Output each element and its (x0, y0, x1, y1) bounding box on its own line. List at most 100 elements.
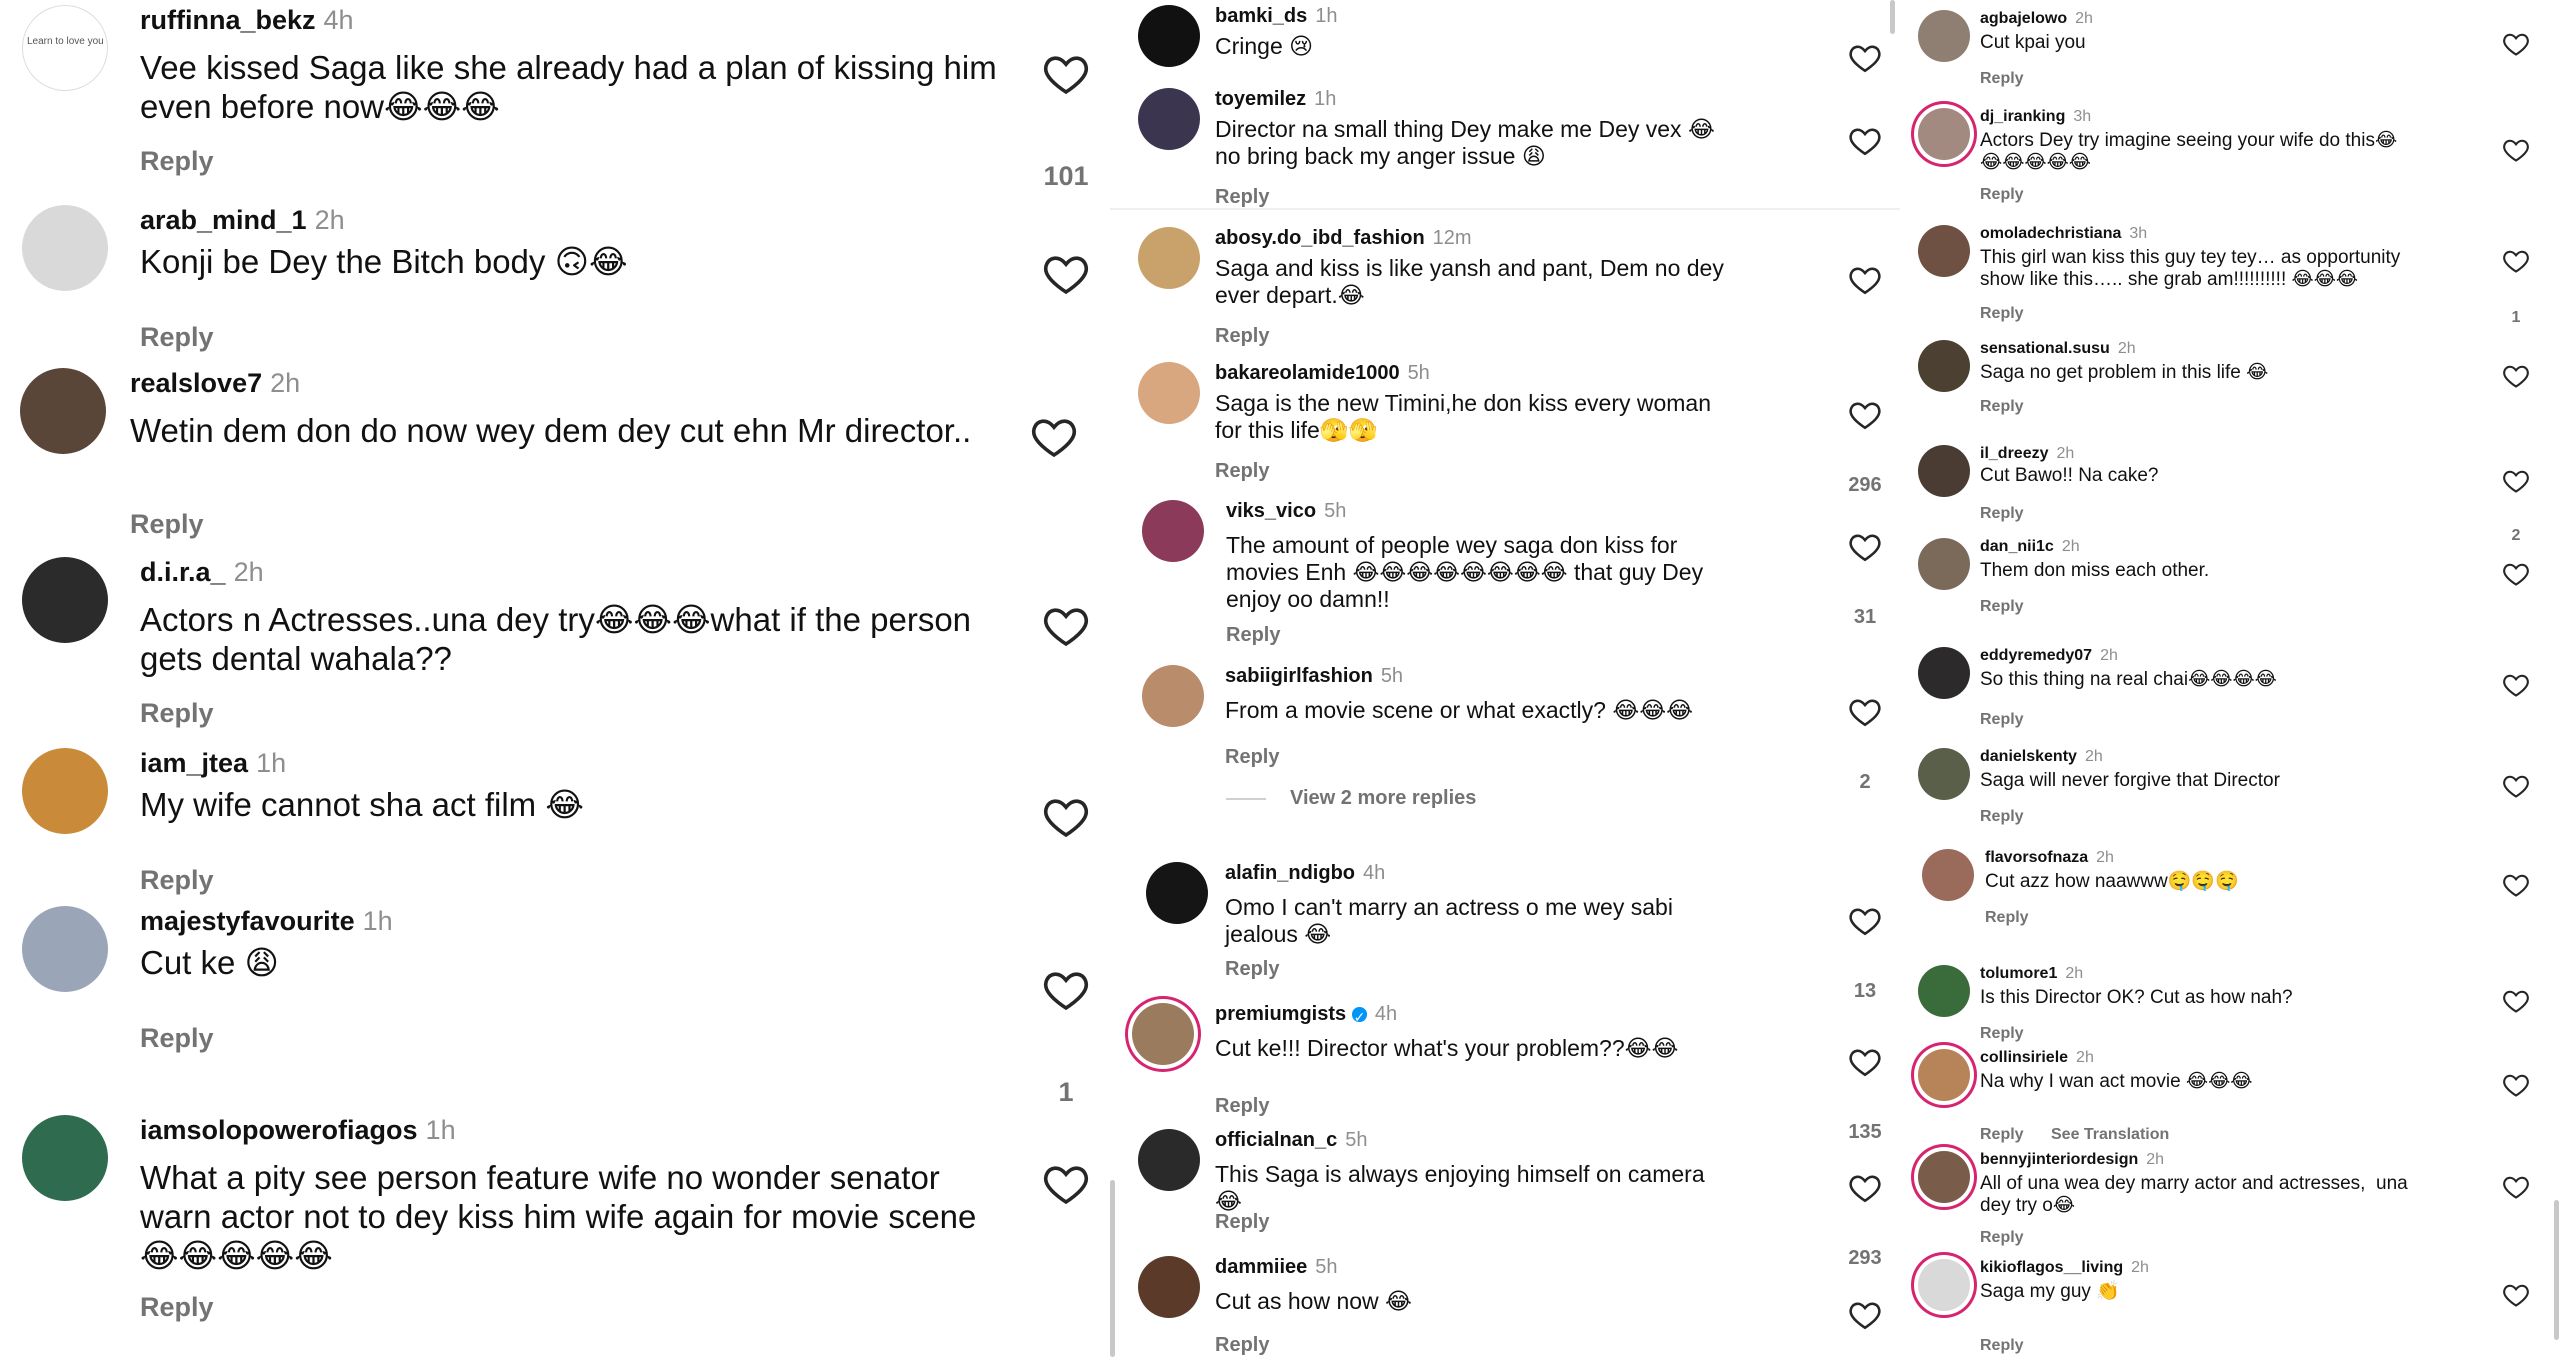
like-heart-icon[interactable] (1848, 1298, 1882, 1332)
avatar[interactable] (20, 368, 106, 454)
avatar[interactable] (22, 906, 108, 992)
username-text[interactable]: iamsolopowerofiagos (140, 1115, 418, 1145)
comment-username[interactable]: arab_mind_1 2h (140, 205, 345, 236)
comment-username[interactable]: officialnan_c 5h (1215, 1129, 1368, 1152)
comment-username[interactable]: iam_jtea 1h (140, 748, 286, 779)
username-text[interactable]: omoladechristiana (1980, 225, 2121, 242)
avatar[interactable] (1918, 748, 1970, 800)
reply-button[interactable]: Reply (1980, 70, 2024, 88)
comment-username[interactable]: flavorsofnaza 2h (1985, 849, 2114, 867)
like-heart-icon[interactable] (1848, 904, 1882, 938)
like-heart-icon[interactable] (2502, 1071, 2530, 1099)
avatar[interactable] (22, 748, 108, 834)
comment-username[interactable]: majestyfavourite 1h (140, 906, 393, 937)
comment-username[interactable]: kikioflagos__living 2h (1980, 1259, 2149, 1277)
avatar[interactable] (22, 1115, 108, 1201)
like-heart-icon[interactable] (1848, 530, 1882, 564)
reply-button[interactable]: Reply (1225, 746, 1279, 769)
avatar[interactable] (1922, 849, 1974, 901)
comment-username[interactable]: il_dreezy 2h (1980, 445, 2074, 463)
like-heart-icon[interactable] (1848, 41, 1882, 75)
username-text[interactable]: bennyjinteriordesign (1980, 1151, 2138, 1168)
username-text[interactable]: eddyremedy07 (1980, 647, 2092, 664)
see-translation-button[interactable]: See Translation (2051, 1126, 2169, 1144)
like-heart-icon[interactable] (2502, 247, 2530, 275)
like-heart-icon[interactable] (1848, 263, 1882, 297)
username-text[interactable]: kikioflagos__living (1980, 1259, 2123, 1276)
avatar[interactable] (1918, 1049, 1970, 1101)
comments-panel-middle[interactable]: bamki_ds 1h Cringe 😢 toyemilez 1h Director na… (1110, 0, 1900, 1357)
avatar[interactable] (1918, 647, 1970, 699)
reply-button[interactable]: Reply (1225, 958, 1279, 981)
comment-username[interactable]: dj_iranking 3h (1980, 108, 2091, 126)
avatar[interactable] (1918, 10, 1970, 62)
reply-button[interactable]: Reply (1980, 305, 2024, 323)
comment-username[interactable]: d.i.r.a_ 2h (140, 557, 264, 588)
reply-button[interactable]: Reply (1215, 186, 1269, 209)
avatar[interactable] (1918, 965, 1970, 1017)
reply-button[interactable]: Reply (1980, 1126, 2024, 1144)
avatar[interactable] (22, 557, 108, 643)
like-heart-icon[interactable] (2502, 671, 2530, 699)
avatar[interactable] (1138, 1256, 1200, 1318)
reply-button[interactable]: Reply (1985, 909, 2029, 927)
reply-button[interactable]: Reply (140, 146, 214, 177)
like-heart-icon[interactable] (2502, 1173, 2530, 1201)
username-text[interactable]: viks_vico (1226, 500, 1316, 522)
username-text[interactable]: iam_jtea (140, 748, 248, 778)
reply-button[interactable]: Reply (140, 322, 214, 353)
avatar[interactable] (1138, 362, 1200, 424)
like-heart-icon[interactable] (1848, 124, 1882, 158)
avatar[interactable] (1142, 500, 1204, 562)
like-heart-icon[interactable] (1848, 1171, 1882, 1205)
avatar[interactable] (1918, 225, 1970, 277)
username-text[interactable]: toyemilez (1215, 88, 1306, 110)
avatar[interactable] (1138, 88, 1200, 150)
reply-button[interactable]: Reply (1980, 598, 2024, 616)
comment-username[interactable]: viks_vico 5h (1226, 500, 1346, 523)
comment-username[interactable]: dammiiee 5h (1215, 1256, 1338, 1279)
like-heart-icon[interactable] (1042, 50, 1090, 98)
username-text[interactable]: premiumgists (1215, 1003, 1346, 1025)
username-text[interactable]: arab_mind_1 (140, 205, 307, 235)
comment-username[interactable]: abosy.do_ibd_fashion 12m (1215, 227, 1472, 250)
username-text[interactable]: officialnan_c (1215, 1129, 1337, 1151)
reply-button[interactable]: Reply (1980, 1229, 2024, 1247)
comment-username[interactable]: bennyjinteriordesign 2h (1980, 1151, 2164, 1169)
avatar[interactable] (1918, 1259, 1970, 1311)
comment-username[interactable]: agbajelowo 2h (1980, 10, 2093, 28)
comment-username[interactable]: tolumore1 2h (1980, 965, 2083, 983)
like-heart-icon[interactable] (1030, 413, 1078, 461)
scrollbar-thumb[interactable] (1890, 0, 1895, 34)
username-text[interactable]: tolumore1 (1980, 965, 2057, 982)
username-text[interactable]: abosy.do_ibd_fashion (1215, 227, 1425, 249)
reply-button[interactable]: Reply (1215, 1211, 1269, 1234)
like-heart-icon[interactable] (2502, 30, 2530, 58)
comment-username[interactable]: premiumgists ✓ 4h (1215, 1003, 1397, 1026)
username-text[interactable]: agbajelowo (1980, 10, 2067, 27)
comment-username[interactable]: iamsolopowerofiagos 1h (140, 1115, 456, 1146)
like-heart-icon[interactable] (2502, 987, 2530, 1015)
reply-button[interactable]: Reply (1980, 186, 2024, 204)
username-text[interactable]: sabiigirlfashion (1225, 665, 1373, 687)
like-heart-icon[interactable] (1848, 695, 1882, 729)
reply-button[interactable]: Reply (1980, 711, 2024, 729)
avatar[interactable] (1138, 1129, 1200, 1191)
comment-username[interactable]: danielskenty 2h (1980, 748, 2103, 766)
like-heart-icon[interactable] (1042, 602, 1090, 650)
username-text[interactable]: alafin_ndigbo (1225, 862, 1355, 884)
comment-username[interactable]: collinsiriele 2h (1980, 1049, 2094, 1067)
reply-button[interactable]: Reply (1980, 505, 2024, 523)
comment-username[interactable]: alafin_ndigbo 4h (1225, 862, 1385, 885)
username-text[interactable]: majestyfavourite (140, 906, 355, 936)
username-text[interactable]: flavorsofnaza (1985, 849, 2088, 866)
avatar[interactable] (1918, 108, 1970, 160)
avatar[interactable] (1918, 1151, 1970, 1203)
comments-panel-left[interactable]: Learn to love yours.. ruffinna_bekz4h Vee … (0, 0, 1110, 1357)
like-heart-icon[interactable] (1848, 1045, 1882, 1079)
comments-panel-right[interactable]: agbajelowo 2h Cut kpai you Reply dj_iranking… (1900, 0, 2560, 1357)
like-heart-icon[interactable] (1042, 793, 1090, 841)
comment-username[interactable]: dan_nii1c 2h (1980, 538, 2080, 556)
comment-username[interactable]: eddyremedy07 2h (1980, 647, 2118, 665)
like-heart-icon[interactable] (2502, 1281, 2530, 1309)
